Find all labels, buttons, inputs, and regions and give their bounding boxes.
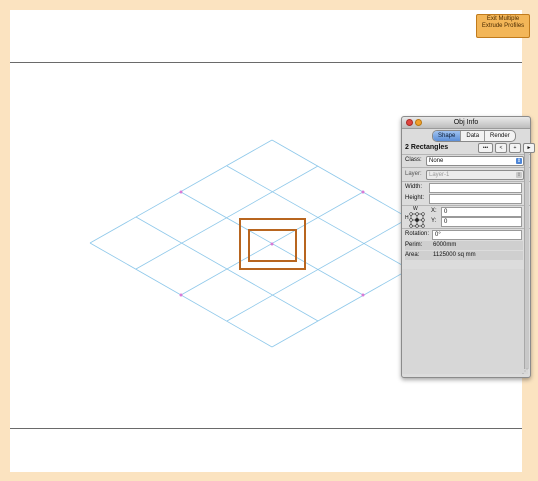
tab-render[interactable]: Render: [485, 131, 515, 141]
width-field[interactable]: [429, 183, 522, 193]
palette-title: Obj Info: [453, 119, 479, 126]
area-value: 1125000 sq mm: [433, 252, 476, 258]
obj-info-palette: Obj Info Shape Data Render 2 Rectangles …: [401, 116, 535, 378]
height-label: Height:: [405, 195, 425, 201]
add-button[interactable]: +: [509, 143, 521, 153]
exit-multiple-extrude-button[interactable]: Exit Multiple Extrude Profiles: [476, 14, 530, 38]
selection-title: 2 Rectangles: [405, 144, 449, 151]
anchor-point-selector[interactable]: W H: [405, 206, 425, 228]
tab-shape[interactable]: Shape: [433, 131, 462, 141]
perimeter-readout: Perim: 6000mm: [405, 241, 523, 250]
x-label: X:: [431, 208, 437, 214]
prev-button[interactable]: <: [495, 143, 507, 153]
y-field[interactable]: 0: [441, 217, 522, 227]
more-button[interactable]: •••: [478, 143, 493, 153]
layer-value: Layer-1: [429, 172, 450, 178]
dropdown-arrow-icon: ⇕: [516, 172, 522, 178]
divider: [402, 167, 530, 168]
class-dropdown[interactable]: None ⇕: [426, 156, 524, 166]
rotation-label: Rotation:: [405, 231, 430, 237]
layer-label: Layer:: [405, 171, 422, 177]
height-field[interactable]: [429, 194, 522, 204]
tab-data[interactable]: Data: [461, 131, 486, 141]
x-field[interactable]: 0: [441, 207, 522, 217]
divider: [402, 228, 530, 229]
divider: [402, 181, 530, 182]
class-value: None: [429, 158, 444, 164]
layer-dropdown[interactable]: Layer-1 ⇕: [426, 170, 524, 180]
palette-scrollbar[interactable]: [524, 153, 529, 369]
y-label: Y:: [431, 218, 437, 224]
divider: [402, 154, 530, 155]
perimeter-label: Perim:: [405, 242, 423, 248]
area-label: Area:: [405, 252, 420, 258]
palette-tabs: Shape Data Render: [432, 130, 516, 142]
palette-titlebar[interactable]: Obj Info: [402, 117, 530, 129]
dropdown-arrow-icon: ⇕: [516, 158, 522, 164]
area-readout: Area: 1125000 sq mm: [405, 251, 523, 260]
resize-grip-icon[interactable]: ⋰: [522, 368, 528, 375]
perimeter-value: 6000mm: [433, 242, 457, 248]
palette-empty-area: [402, 269, 528, 374]
next-button[interactable]: ►: [523, 143, 535, 153]
selection-nav: ••• < + ►: [478, 143, 535, 153]
anchor-grid-icon: [409, 212, 425, 228]
width-label: Width:: [405, 184, 423, 190]
class-label: Class:: [405, 157, 422, 163]
rotation-field[interactable]: 0°: [432, 230, 522, 240]
